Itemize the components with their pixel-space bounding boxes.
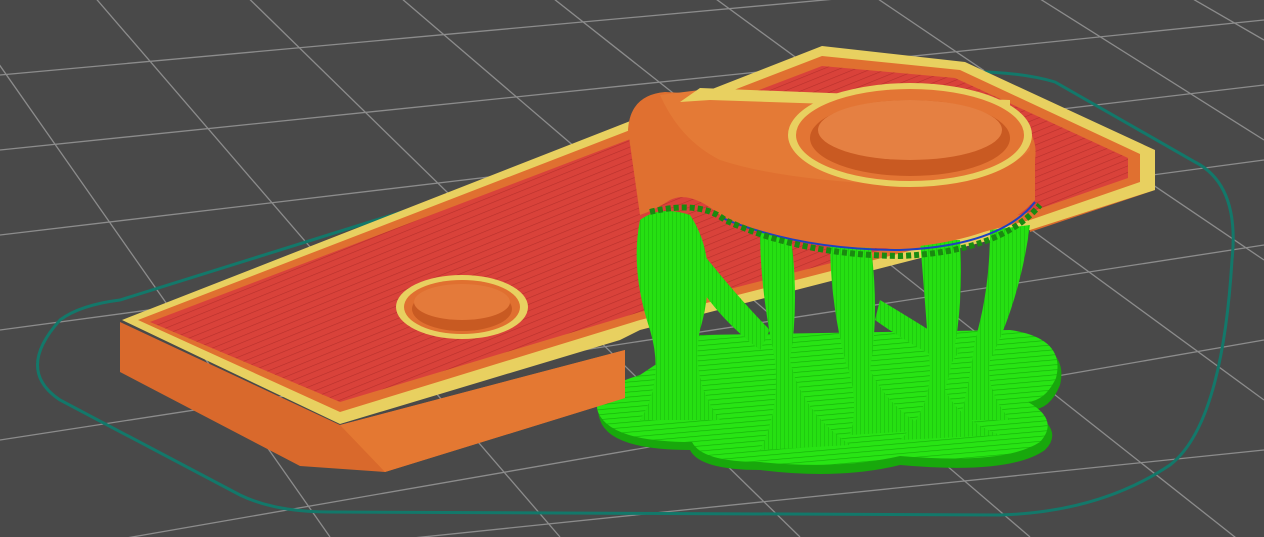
print-preview-canvas[interactable] (0, 0, 1264, 537)
3d-preview-viewport[interactable] (0, 0, 1264, 537)
hole-left (396, 275, 528, 339)
